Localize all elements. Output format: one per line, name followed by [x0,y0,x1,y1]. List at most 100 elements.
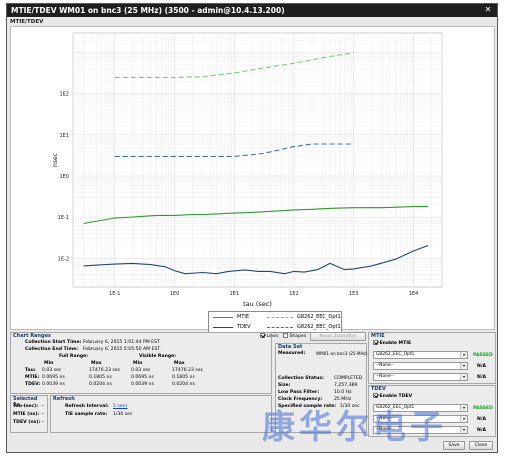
mtie-mask-2-result: N/A [477,364,487,369]
chevron-down-icon[interactable]: ▾ [460,374,467,380]
range-cell: 0.0695 ns [131,375,154,380]
tdev-panel-title: TDEV [371,386,386,392]
x-tick-label: 1E4 [409,291,419,297]
range-cell: 0.1805 ns [172,375,195,380]
chevron-down-icon[interactable]: ▾ [460,416,467,422]
mtie-tdev-window: MTIE/TDEV WM01 on bnc3 (25 MHz) (3500 - … [6,3,498,453]
visible-max-header: Max [174,361,185,366]
chevron-down-icon[interactable]: ▾ [460,352,467,358]
mtie-panel: MTIE Enable MTIE G8262_EEC_Opt1 ▾ PASSED… [368,332,496,384]
selected-tdev-label: TDEV (ns): [13,420,41,425]
tdev-mask-1-result: PASSED [473,406,493,411]
mtie-mask-select-1-value: G8262_EEC_Opt1 [376,352,415,357]
refresh-panel: Refresh Refresh Interval: 5 secs TIE sam… [50,395,272,433]
end-time-label: Collection End Time: [25,347,79,352]
selected-mtie-label: MTIE (ns): [13,412,40,417]
tdev-mask-2-result: N/A [477,417,487,422]
enable-mtie-checkbox[interactable] [373,340,378,345]
chevron-down-icon[interactable]: ▾ [460,363,467,369]
mtie-mask-select-2[interactable]: --None-- ▾ [373,362,468,370]
selected-tdev-value: -- [41,420,45,425]
x-axis-label: tau (sec) [243,300,272,308]
window-title: MTIE/TDEV WM01 on bnc3 (25 MHz) (3500 - … [11,6,285,15]
chart-area[interactable]: 1E-1 1E0 1E1 1E2 1E3 1E4 1E2 1E1 1E0 1E-1 1E-2 tau … [10,26,495,333]
full-min-header: Min [44,361,54,366]
measured-value: WM01 on bnc3 (25 MHz) [316,351,368,356]
chart-ranges-panel: Chart Ranges Collection Start Time: Febr… [10,332,272,394]
full-max-header: Max [91,361,102,366]
refresh-interval-label: Refresh Interval: [65,404,109,409]
enable-tdev-toggle[interactable]: Enable TDEV [373,393,412,399]
collection-status-value: COMPLETED [334,376,363,381]
tie-sample-rate-label: TIE sample rate: [65,412,108,417]
end-time-value: February 6, 2015 5:05:50 AM EST [83,347,161,352]
close-button[interactable]: Close [469,441,493,450]
x-tick-label: 1E1 [229,291,239,297]
start-time-label: Collection Start Time: [25,340,82,345]
legend-label-mtie-mask: G8262_EEC_Opt1 [297,314,341,320]
range-cell: 0.0039 ns [42,382,65,387]
selected-sample-panel: Selected Sa... Tau (sec): -- MTIE (ns): … [10,395,48,433]
y-tick-label: 1E2 [59,92,69,98]
full-range-label: Full Range: [59,354,89,359]
lines-checkbox[interactable] [260,333,265,338]
data-set-title: Data Set [278,344,303,350]
start-time-value: February 6, 2015 1:01:44 PM EST [83,340,160,345]
range-row-label: Tau: [25,368,36,373]
range-row-label: MTIE: [25,375,40,380]
shapes-checkbox[interactable] [283,333,288,338]
x-tick-label: 1E-1 [109,291,120,297]
selected-mtie-value: -- [41,412,45,417]
tie-sample-rate-value: 1/30 sec [113,412,133,417]
chevron-down-icon[interactable]: ▾ [460,405,467,411]
selected-tau-label: Tau (sec): [13,404,39,409]
visible-min-header: Min [133,361,143,366]
mtie-mask-select-1[interactable]: G8262_EEC_Opt1 ▾ [373,351,468,359]
y-tick-label: 1E0 [59,174,69,180]
chart-legend: MTIE G8262_EEC_Opt1 TDEV G8262_EEC_Opt1 [208,311,342,333]
mtie-tdev-chart[interactable]: 1E-1 1E0 1E1 1E2 1E3 1E4 1E2 1E1 1E0 1E-1 1E-2 tau … [11,27,494,329]
lines-toggle[interactable]: Lines [260,333,278,339]
selected-tau-value: -- [41,404,45,409]
range-cell: 0.03 sec [131,368,151,373]
legend-label-tdev-mask: G8262_EEC_Opt1 [297,324,341,330]
chart-ranges-title: Chart Ranges [13,333,51,339]
low-pass-filter-value: 10.0 Hz [334,390,352,395]
enable-tdev-checkbox[interactable] [373,393,378,398]
shapes-label: Shapes [289,334,307,339]
x-tick-label: 1E2 [289,291,299,297]
legend-row-mtie: MTIE G8262_EEC_Opt1 [209,313,343,323]
range-cell: 0.0695 ns [42,375,65,380]
section-label: MTIE/TDEV [10,19,44,25]
visible-range-label: Visible Range: [139,354,177,359]
plot-frame [72,32,443,288]
mtie-mask-3-result: N/A [477,375,487,380]
close-icon[interactable]: ✕ [483,5,493,15]
range-cell: 0.03 sec [42,368,62,373]
watermark: 康华尔电子 [262,407,447,446]
legend-swatch-tdev [213,327,233,328]
reset-zoom-pan-button[interactable]: Reset Zoom/Pan [310,332,366,341]
mtie-mask-select-3-value: --None-- [376,374,394,379]
mtie-mask-select-2-value: --None-- [376,363,394,368]
mtie-mask-select-3[interactable]: --None-- ▾ [373,373,468,381]
range-cell: 0.0204 ns [89,382,112,387]
legend-swatch-mtie [213,317,233,318]
low-pass-filter-label: Low Pass Filter: [278,390,320,395]
x-tick-label: 1E3 [349,291,359,297]
collection-status-label: Collection Status: [278,376,324,381]
enable-mtie-toggle[interactable]: Enable MTIE [373,340,411,346]
y-axis-label: nsec [52,153,59,167]
enable-tdev-label: Enable TDEV [379,394,413,399]
range-cell: 0.1805 ns [89,375,112,380]
legend-label-tdev: TDEV [237,324,251,330]
lines-label: Lines [266,334,279,339]
range-cell: 17476.23 sec [89,368,121,373]
shapes-toggle[interactable]: Shapes [283,333,306,339]
tdev-mask-3-result: N/A [477,428,487,433]
x-tick-label: 1E0 [170,291,180,297]
refresh-interval-link[interactable]: 5 secs [113,404,128,409]
measured-label: Measured: [278,351,306,356]
chevron-down-icon[interactable]: ▾ [460,427,467,433]
range-cell: 0.0204 ns [172,382,195,387]
